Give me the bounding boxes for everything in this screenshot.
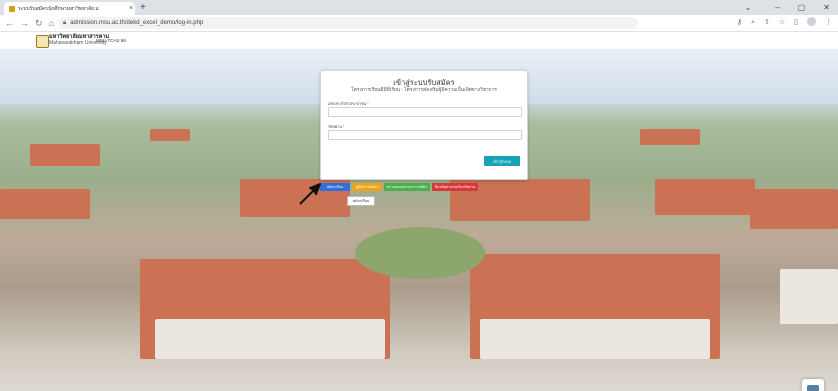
address-bar[interactable]: 🔒︎ admission.msu.ac.th/dekd_excel_demo/l… [58,17,638,29]
register-button[interactable]: สมัครเรียน [320,183,350,191]
tab-search-icon[interactable]: ⌄ [745,0,752,15]
small-register-button[interactable]: สมัครเรียน [347,196,375,206]
id-input[interactable] [328,107,522,117]
small-register-button-label: สมัครเรียน [352,199,370,203]
browser-toolbar: ← → ↻ ⌂ 🔒︎ admission.msu.ac.th/dekd_exce… [0,15,838,32]
profile-avatar[interactable] [807,17,816,26]
check-status-button-label: ตรวจสอบสถานะการสมัคร [386,185,428,189]
nav-buttons: ← → ↻ ⌂ [5,17,54,29]
close-window-icon[interactable]: ✕ [823,0,830,15]
browser-tools: ⚷ ⌕ ⇪ ☆ ▯ ⋮ [737,17,832,29]
zoom-icon[interactable]: ⌕ [751,17,755,29]
url-text: admission.msu.ac.th/dekd_excel_demo/log-… [70,20,204,26]
browser-tab[interactable]: ระบบรับสมัครนักศึกษามหาวิทยาลัย ม × [4,2,135,15]
login-card: เข้าสู่ระบบรับสมัคร โครงการเรียนดีมีที่เ… [320,70,528,180]
minimize-icon[interactable]: – [775,0,779,15]
password-label-text: รหัสผ่าน [328,125,342,129]
tab-title: ระบบรับสมัครนักศึกษามหาวิทยาลัย ม [18,5,99,12]
manual-button[interactable]: คู่มือการสมัคร [352,183,382,191]
login-button-label: เข้าสู่ระบบ [492,158,512,164]
reload-icon[interactable]: ↻ [35,17,43,29]
favicon-icon [9,5,15,12]
required-mark: * [342,125,345,129]
browser-tab-strip: ระบบรับสมัครนักศึกษามหาวิทยาลัย ม × + ⌄ … [0,0,838,15]
maximize-icon[interactable]: ▢ [798,0,806,15]
lock-icon[interactable]: 🔒︎ [63,20,66,27]
key-icon[interactable]: ⚷ [737,17,742,29]
check-status-button[interactable]: ตรวจสอบสถานะการสมัคร [384,183,430,191]
new-tab-button[interactable]: + [140,1,146,14]
system-name: MSU-TCAS 66 [96,38,126,43]
id-label-text: เลขประจำตัวประชาชน [328,102,367,106]
side-panel-icon[interactable]: ▯ [794,17,798,29]
chat-icon [807,385,819,391]
manual-button-label: คู่มือการสมัคร [356,185,378,189]
menu-icon[interactable]: ⋮ [825,17,832,29]
password-input[interactable] [328,130,522,140]
close-tab-icon[interactable]: × [127,5,135,12]
register-button-label: สมัครเรียน [326,185,344,189]
home-icon[interactable]: ⌂ [49,17,54,29]
window-controls: ⌄ – ▢ ✕ [745,0,830,15]
login-subtitle: โครงการเรียนดีมีที่เรียน : โครงการส่งเสร… [351,88,497,93]
required-mark: * [367,102,369,106]
page: มหาวิทยาลัยมหาสารคาม Mahasarakham Univer… [0,32,838,391]
back-icon[interactable]: ← [5,17,14,29]
chat-widget-button[interactable] [802,379,824,391]
bookmark-star-icon[interactable]: ☆ [779,17,785,29]
site-header: มหาวิทยาลัยมหาสารคาม Mahasarakham Univer… [0,32,838,49]
university-logo [36,35,49,48]
pointer-arrow-icon [299,183,321,205]
forgot-password-button-label: ลืมรหัสผ่าน/ขอรับรหัสผ่าน [434,185,476,189]
forgot-password-button[interactable]: ลืมรหัสผ่าน/ขอรับรหัสผ่าน [432,183,478,191]
login-button[interactable]: เข้าสู่ระบบ [484,156,520,166]
forward-icon[interactable]: → [20,17,29,29]
share-icon[interactable]: ⇪ [764,17,770,29]
